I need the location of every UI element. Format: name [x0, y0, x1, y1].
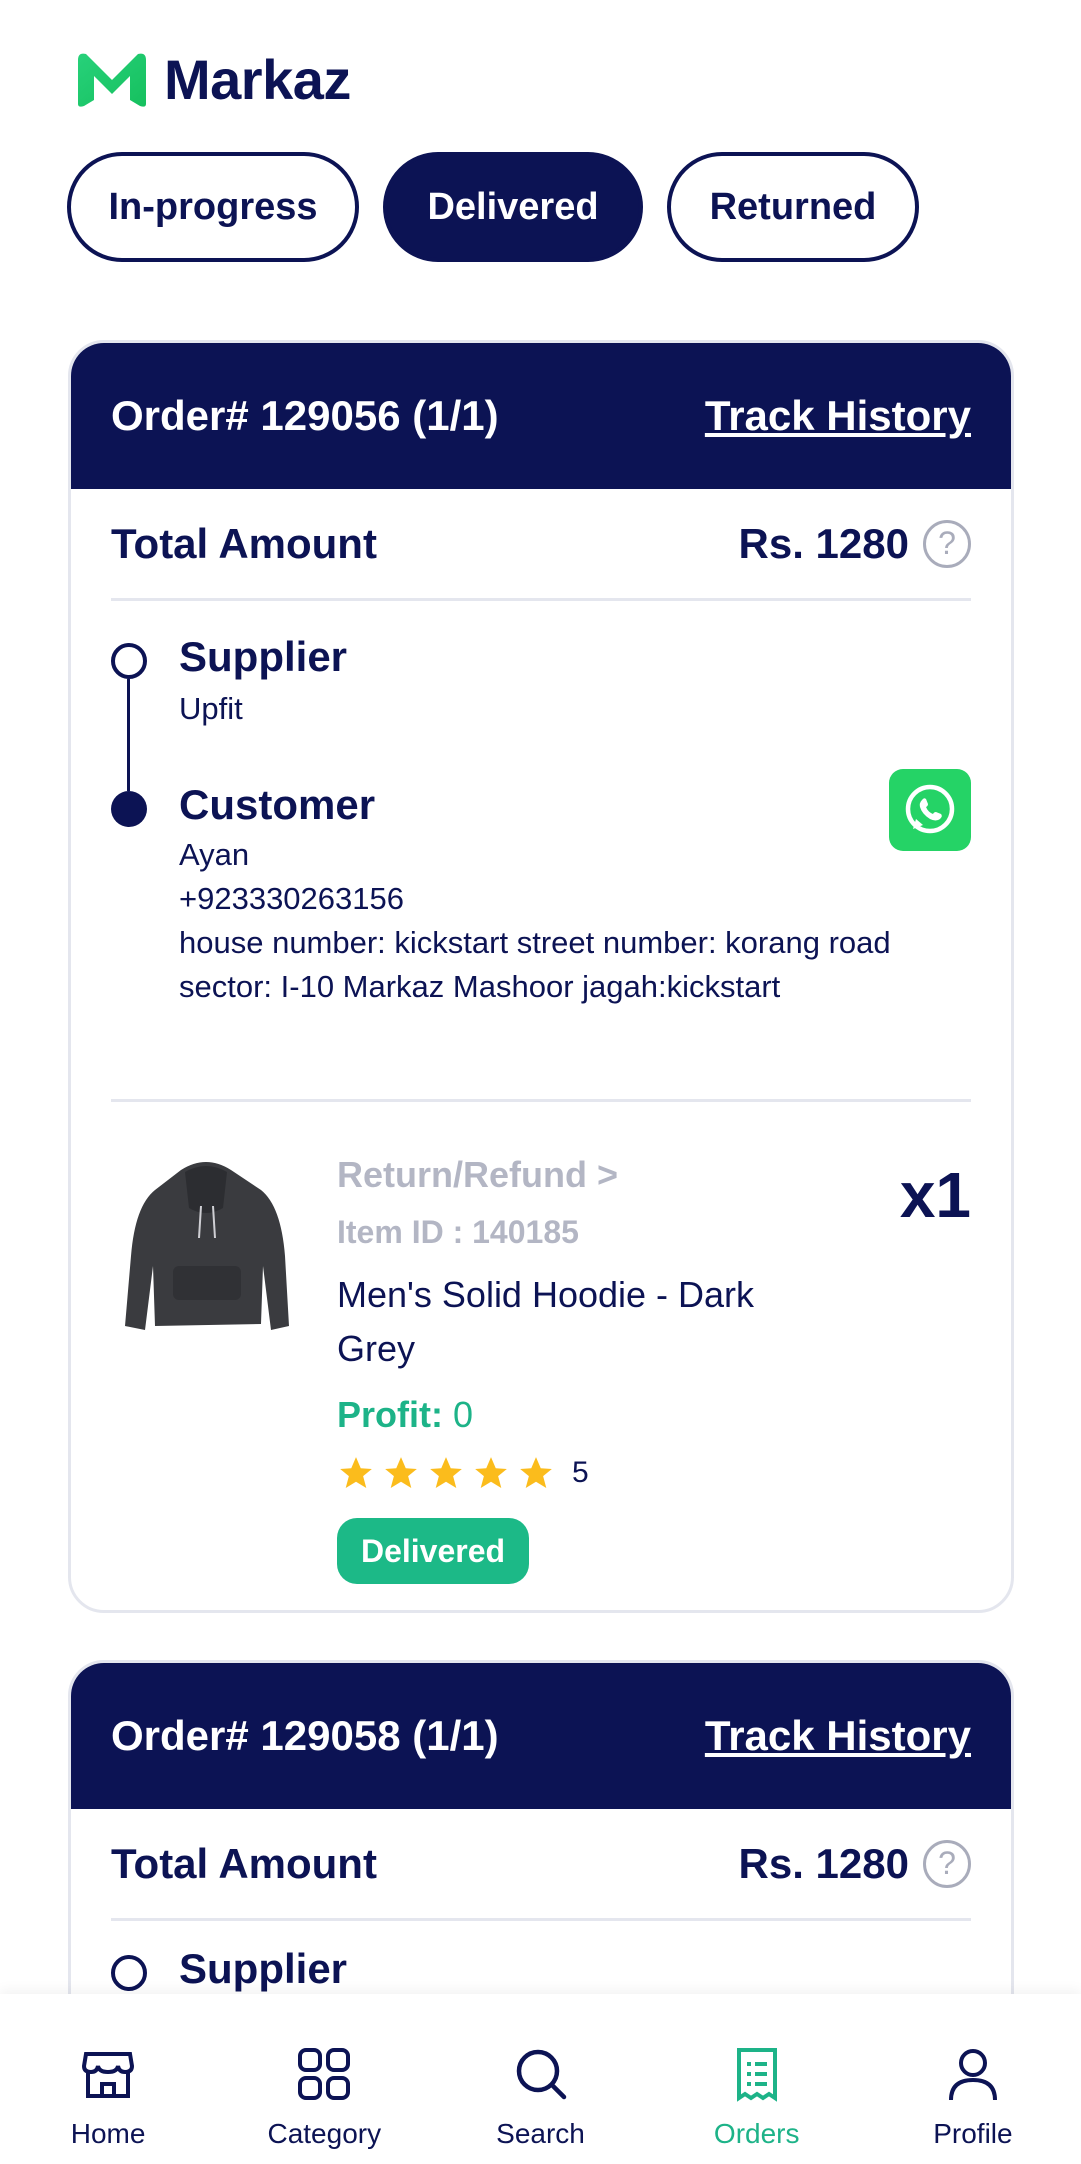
- nav-home[interactable]: Home: [0, 1994, 216, 2164]
- customer-details: Ayan +923330263156 house number: kicksta…: [179, 833, 899, 1009]
- profit-text: Profit: 0: [337, 1394, 473, 1436]
- item-quantity: x1: [899, 1159, 971, 1231]
- profit-label: Profit:: [337, 1394, 443, 1435]
- nav-label: Category: [267, 2118, 382, 2149]
- rating-value: 5: [572, 1456, 589, 1489]
- star-icon: [340, 1457, 372, 1489]
- supplier-title: Supplier: [179, 633, 348, 680]
- nav-category[interactable]: Category: [216, 1994, 432, 2164]
- tab-returned[interactable]: Returned: [667, 152, 919, 262]
- track-history-link[interactable]: Track History: [705, 1712, 971, 1760]
- nav-label: Orders: [713, 2118, 800, 2149]
- total-amount-label: Total Amount: [111, 519, 377, 567]
- star-icon: [385, 1457, 417, 1489]
- supplier-dot-icon: [111, 643, 147, 679]
- star-icon: [475, 1457, 507, 1489]
- bottom-nav: Home Category Search Orders Profile: [0, 1994, 1081, 2164]
- return-refund-link[interactable]: Return/Refund >: [337, 1154, 618, 1196]
- order-number: Order# 129056 (1/1): [111, 392, 499, 439]
- nav-label: Home: [70, 2118, 146, 2149]
- help-icon[interactable]: ?: [923, 1839, 971, 1888]
- customer-phone: +923330263156: [179, 881, 404, 916]
- markaz-logo-icon: [78, 53, 146, 107]
- track-history-link[interactable]: Track History: [705, 392, 971, 440]
- search-icon: [516, 2049, 566, 2100]
- nav-profile[interactable]: Profile: [865, 1994, 1081, 2164]
- product-name: Men's Solid Hoodie - Dark Grey: [337, 1274, 755, 1369]
- whatsapp-button[interactable]: [889, 769, 971, 851]
- supplier-customer-section: Supplier Upfit Customer Ayan +9233302631…: [111, 601, 971, 1102]
- customer-address: house number: kickstart street number: k…: [179, 925, 891, 1004]
- total-amount-row: Total Amount Rs. 1280 ?: [111, 489, 971, 601]
- whatsapp-icon: [905, 784, 955, 834]
- item-id: Item ID : 140185: [337, 1214, 579, 1250]
- customer-title: Customer: [179, 781, 376, 828]
- order-number: Order# 129058 (1/1): [111, 1712, 499, 1759]
- order-card-header: Order# 129058 (1/1) Track History: [71, 1663, 1011, 1809]
- nav-search[interactable]: Search: [432, 1994, 648, 2164]
- nav-orders[interactable]: Orders: [649, 1994, 865, 2164]
- product-image[interactable]: [111, 1146, 301, 1336]
- nav-label: Search: [496, 2118, 585, 2149]
- supplier-title: Supplier: [179, 1945, 348, 1992]
- customer-dot-icon: [111, 791, 147, 827]
- star-icon: [430, 1457, 462, 1489]
- supplier-dot-icon: [111, 1955, 147, 1991]
- tab-in-progress[interactable]: In-progress: [67, 152, 359, 262]
- order-item: Return/Refund > Item ID : 140185 Men's S…: [111, 1102, 971, 1610]
- store-icon: [82, 2052, 135, 2098]
- nav-label: Profile: [933, 2118, 1013, 2149]
- star-icon: [520, 1457, 552, 1489]
- total-amount-label: Total Amount: [111, 1839, 377, 1887]
- order-card: Order# 129056 (1/1) Track History Total …: [68, 340, 1014, 1613]
- supplier-name: Upfit: [179, 691, 243, 726]
- app-header: Markaz: [74, 44, 351, 114]
- total-amount-value: Rs. 1280: [738, 1839, 909, 1887]
- customer-name: Ayan: [179, 837, 250, 872]
- order-card-header: Order# 129056 (1/1) Track History: [71, 343, 1011, 489]
- tab-delivered[interactable]: Delivered: [383, 152, 643, 262]
- profit-value: 0: [442, 1394, 474, 1435]
- total-amount-value: Rs. 1280: [738, 519, 909, 567]
- status-badge: Delivered: [337, 1518, 529, 1584]
- timeline-line: [127, 679, 130, 791]
- brand-name: Markaz: [164, 47, 351, 111]
- user-icon: [948, 2049, 997, 2101]
- grid-icon: [298, 2048, 351, 2100]
- total-amount-row: Total Amount Rs. 1280 ?: [111, 1809, 971, 1921]
- orders-icon: [736, 2048, 777, 2102]
- order-status-tabs: In-progress Delivered Returned: [67, 152, 919, 262]
- help-icon[interactable]: ?: [923, 519, 971, 568]
- rating-stars: 5: [337, 1454, 589, 1492]
